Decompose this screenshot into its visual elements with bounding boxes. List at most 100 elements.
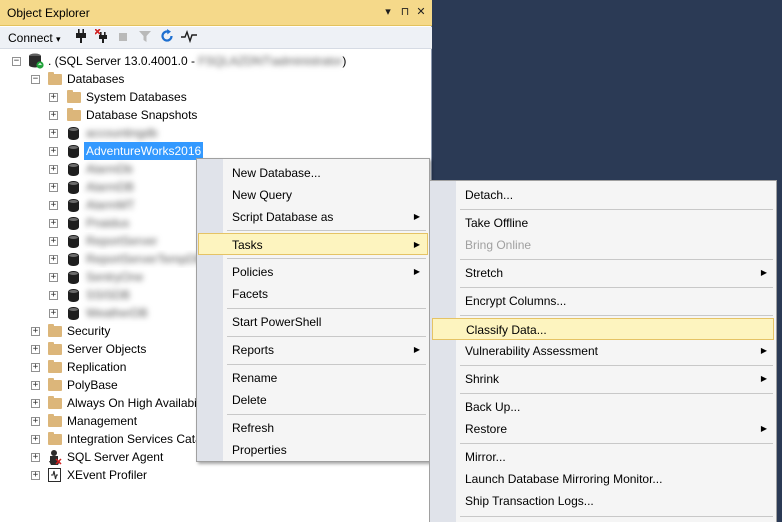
menu-item-bring-online[interactable]: Bring Online (431, 234, 775, 256)
menu-item-mirror[interactable]: Mirror... (431, 446, 775, 468)
tree-node-server[interactable]: − . (SQL Server 13.0.4001.0 - FSQLAZDNT\… (0, 52, 432, 70)
menu-item-launch-mirroring-monitor[interactable]: Launch Database Mirroring Monitor... (431, 468, 775, 490)
tree-node-server-objects[interactable]: + Server Objects (0, 340, 196, 358)
collapse-icon[interactable]: − (12, 57, 21, 66)
folder-icon (67, 90, 81, 103)
menu-item-properties[interactable]: Properties (198, 439, 428, 461)
filter-icon[interactable] (138, 29, 152, 47)
tree-node-database[interactable]: + accountingdb (0, 124, 200, 142)
tree-node-database[interactable]: + ReportServer (0, 232, 196, 250)
menu-item-label: Restore (465, 422, 508, 436)
tree-node-adventureworks[interactable]: + AdventureWorks2016 (0, 142, 204, 160)
menu-item-label: Start PowerShell (232, 315, 322, 329)
menu-item-label: Ship Transaction Logs... (465, 494, 594, 508)
expand-icon[interactable]: + (31, 417, 40, 426)
tree-label: Management (67, 414, 138, 428)
refresh-icon[interactable] (160, 29, 174, 47)
expand-icon[interactable]: + (31, 381, 40, 390)
tree-node-integration-services[interactable]: + Integration Services Cata (0, 430, 196, 448)
tree-node-database[interactable]: + WeatherDB (0, 304, 196, 322)
tree-node-database[interactable]: + SentryOne (0, 268, 196, 286)
close-icon[interactable]: ✕ (413, 4, 429, 20)
database-context-menu: New Database... New Query Script Databas… (196, 158, 430, 462)
expand-icon[interactable]: + (31, 453, 40, 462)
tree-node-sql-server-agent[interactable]: + SQL Server Agent (0, 448, 196, 466)
connect-button[interactable]: Connect ▾ (8, 29, 61, 47)
database-icon (68, 235, 79, 248)
menu-item-rename[interactable]: Rename (198, 367, 428, 389)
tree-node-xevent-profiler[interactable]: + XEvent Profiler (0, 466, 196, 484)
expand-icon[interactable]: + (49, 111, 58, 120)
menu-item-delete[interactable]: Delete (198, 389, 428, 411)
menu-item-label: Reports (232, 343, 275, 357)
stop-icon[interactable] (117, 29, 129, 47)
expand-icon[interactable]: + (49, 255, 58, 264)
expand-icon[interactable]: + (49, 183, 58, 192)
dropdown-icon[interactable]: ▾ (380, 4, 396, 20)
database-icon (68, 289, 79, 302)
expand-icon[interactable]: + (31, 327, 40, 336)
menu-item-take-offline[interactable]: Take Offline (431, 212, 775, 234)
expand-icon[interactable]: + (49, 93, 58, 102)
expand-icon[interactable]: + (49, 309, 58, 318)
expand-icon[interactable]: + (31, 435, 40, 444)
menu-item-facets[interactable]: Facets (198, 283, 428, 305)
tree-node-database[interactable]: + AlarmDb (0, 160, 196, 178)
connect-object-icon[interactable] (74, 29, 88, 47)
tree-node-database[interactable]: + SSISDB (0, 286, 196, 304)
menu-separator (460, 287, 773, 288)
tree-node-replication[interactable]: + Replication (0, 358, 196, 376)
tree-node-polybase[interactable]: + PolyBase (0, 376, 196, 394)
expand-icon[interactable]: + (49, 147, 58, 156)
menu-item-detach[interactable]: Detach... (431, 184, 775, 206)
menu-item-back-up[interactable]: Back Up... (431, 396, 775, 418)
expand-icon[interactable]: + (31, 399, 40, 408)
menu-separator (460, 365, 773, 366)
tree-node-always-on[interactable]: + Always On High Availabi (0, 394, 196, 412)
expand-icon[interactable]: + (31, 363, 40, 372)
tree-node-database[interactable]: + AlarmDB (0, 178, 196, 196)
tree-node-database-snapshots[interactable]: + Database Snapshots (0, 106, 432, 124)
menu-item-policies[interactable]: Policies ▶ (198, 261, 428, 283)
menu-item-classify-data[interactable]: Classify Data... (432, 318, 774, 340)
tree-node-management[interactable]: + Management (0, 412, 196, 430)
menu-item-new-database[interactable]: New Database... (198, 162, 428, 184)
tree-node-databases[interactable]: − Databases (0, 70, 432, 88)
expand-icon[interactable]: + (49, 291, 58, 300)
tree-label: SQL Server Agent (67, 450, 164, 464)
tree-node-database[interactable]: + Pnaidus (0, 214, 196, 232)
pin-icon[interactable]: ⊓ (397, 4, 413, 20)
collapse-icon[interactable]: − (31, 75, 40, 84)
tree-node-database[interactable]: + ReportServerTempDB (0, 250, 196, 268)
menu-item-vulnerability-assessment[interactable]: Vulnerability Assessment ▶ (431, 340, 775, 362)
menu-item-reports[interactable]: Reports ▶ (198, 339, 428, 361)
menu-item-tasks[interactable]: Tasks ▶ (198, 233, 428, 255)
panel-title-bar: Object Explorer ▾ ⊓ ✕ (0, 0, 432, 26)
expand-icon[interactable]: + (49, 165, 58, 174)
menu-separator (460, 315, 773, 316)
expand-icon[interactable]: + (49, 201, 58, 210)
expand-icon[interactable]: + (49, 219, 58, 228)
menu-item-stretch[interactable]: Stretch ▶ (431, 262, 775, 284)
expand-icon[interactable]: + (31, 345, 40, 354)
chevron-down-icon: ▾ (56, 34, 61, 44)
expand-icon[interactable]: + (49, 237, 58, 246)
menu-item-shrink[interactable]: Shrink ▶ (431, 368, 775, 390)
tree-node-system-databases[interactable]: + System Databases (0, 88, 432, 106)
activity-monitor-icon[interactable] (181, 29, 197, 47)
menu-item-start-powershell[interactable]: Start PowerShell (198, 311, 428, 333)
expand-icon[interactable]: + (31, 471, 40, 480)
disconnect-icon[interactable] (94, 28, 109, 47)
database-icon (68, 199, 79, 212)
menu-item-refresh[interactable]: Refresh (198, 417, 428, 439)
expand-icon[interactable]: + (49, 273, 58, 282)
expand-icon[interactable]: + (49, 129, 58, 138)
tree-node-database[interactable]: + AlarmMT (0, 196, 196, 214)
menu-item-script-database-as[interactable]: Script Database as ▶ (198, 206, 428, 228)
folder-icon (48, 432, 62, 445)
menu-item-encrypt-columns[interactable]: Encrypt Columns... (431, 290, 775, 312)
menu-item-ship-transaction-logs[interactable]: Ship Transaction Logs... (431, 490, 775, 512)
menu-item-restore[interactable]: Restore ▶ (431, 418, 775, 440)
tree-node-security[interactable]: + Security (0, 322, 196, 340)
menu-item-new-query[interactable]: New Query (198, 184, 428, 206)
